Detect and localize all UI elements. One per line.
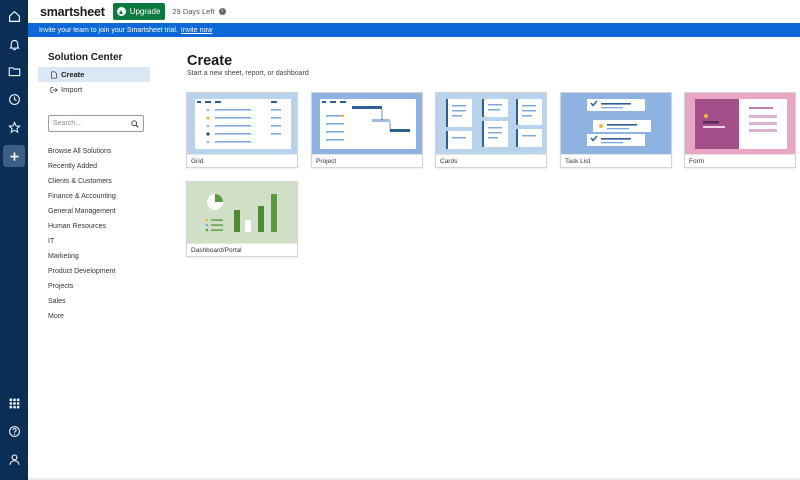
upgrade-label: Upgrade <box>129 7 161 16</box>
category-link[interactable]: Marketing <box>48 249 150 264</box>
top-bar: smartsheet Upgrade 29 Days Left i <box>28 0 800 23</box>
category-link[interactable]: IT <box>48 234 150 249</box>
smartsheet-logo[interactable]: smartsheet <box>40 5 105 19</box>
category-link[interactable]: Clients & Customers <box>48 174 150 189</box>
solution-center-sidebar: Solution Center Create Import Search... … <box>38 52 150 324</box>
dashboard-portal-thumbnail <box>187 182 297 243</box>
project-thumbnail <box>312 93 422 154</box>
info-icon[interactable]: i <box>218 8 226 15</box>
template-card-dashboard-portal[interactable]: Dashboard/Portal <box>186 181 298 257</box>
sidebar-item-import[interactable]: Import <box>38 82 150 97</box>
template-card-grid[interactable]: Grid <box>186 92 298 168</box>
form-thumbnail <box>685 93 795 154</box>
import-icon <box>50 86 58 93</box>
template-card-task-list[interactable]: Task List <box>560 92 672 168</box>
invite-now-link[interactable]: Invite now <box>181 27 213 34</box>
task-list-thumbnail <box>561 93 671 154</box>
sidebar-title: Solution Center <box>48 52 123 63</box>
category-link[interactable]: Finance & Accounting <box>48 189 150 204</box>
invite-banner: Invite your team to join your Smartsheet… <box>28 23 800 37</box>
document-icon <box>51 70 57 79</box>
template-card-form[interactable]: Form <box>684 92 796 168</box>
template-card-label: Cards <box>436 154 546 168</box>
template-card-cards[interactable]: Cards <box>435 92 547 168</box>
clock-icon[interactable] <box>4 89 24 109</box>
category-link[interactable]: Product Development <box>48 264 150 279</box>
template-card-label: Task List <box>561 154 671 168</box>
category-link[interactable]: Browse All Solutions <box>48 144 150 159</box>
star-icon[interactable] <box>4 117 24 137</box>
page-title: Create <box>187 53 233 69</box>
trial-days-label: 29 Days Left <box>172 7 215 16</box>
upgrade-button[interactable]: Upgrade <box>112 3 166 20</box>
category-link[interactable]: Sales <box>48 294 150 309</box>
bell-icon[interactable] <box>4 34 24 54</box>
folder-icon[interactable] <box>4 61 24 81</box>
template-card-project[interactable]: Project <box>311 92 423 168</box>
category-link[interactable]: General Management <box>48 204 150 219</box>
apps-grid-icon[interactable] <box>4 393 24 413</box>
create-section: Create Start a new sheet, report, or das… <box>187 53 309 77</box>
page-subtitle: Start a new sheet, report, or dashboard <box>187 70 309 77</box>
grid-thumbnail <box>187 93 297 154</box>
home-icon[interactable] <box>4 6 24 26</box>
search-placeholder: Search... <box>53 120 82 127</box>
sidebar-item-create[interactable]: Create <box>38 67 150 82</box>
search-input[interactable]: Search... <box>48 115 144 132</box>
user-icon[interactable] <box>4 449 24 469</box>
category-link[interactable]: Human Resources <box>48 219 150 234</box>
template-card-label: Grid <box>187 154 297 168</box>
cards-thumbnail <box>436 93 546 154</box>
search-icon[interactable] <box>131 119 139 128</box>
category-list: Browse All Solutions Recently Added Clie… <box>48 144 150 324</box>
banner-text: Invite your team to join your Smartsheet… <box>39 26 178 34</box>
sidebar-item-label: Create <box>61 70 85 79</box>
plus-icon[interactable] <box>3 145 25 167</box>
sidebar-item-label: Import <box>61 85 83 94</box>
category-link[interactable]: Projects <box>48 279 150 294</box>
category-link[interactable]: Recently Added <box>48 159 150 174</box>
trial-days: 29 Days Left i <box>172 7 226 16</box>
left-rail <box>0 0 28 480</box>
template-card-label: Project <box>312 154 422 168</box>
template-card-label: Dashboard/Portal <box>187 243 297 257</box>
template-card-label: Form <box>685 154 795 168</box>
help-icon[interactable] <box>4 421 24 441</box>
upgrade-arrow-icon <box>116 7 126 16</box>
category-link[interactable]: More <box>48 309 150 324</box>
